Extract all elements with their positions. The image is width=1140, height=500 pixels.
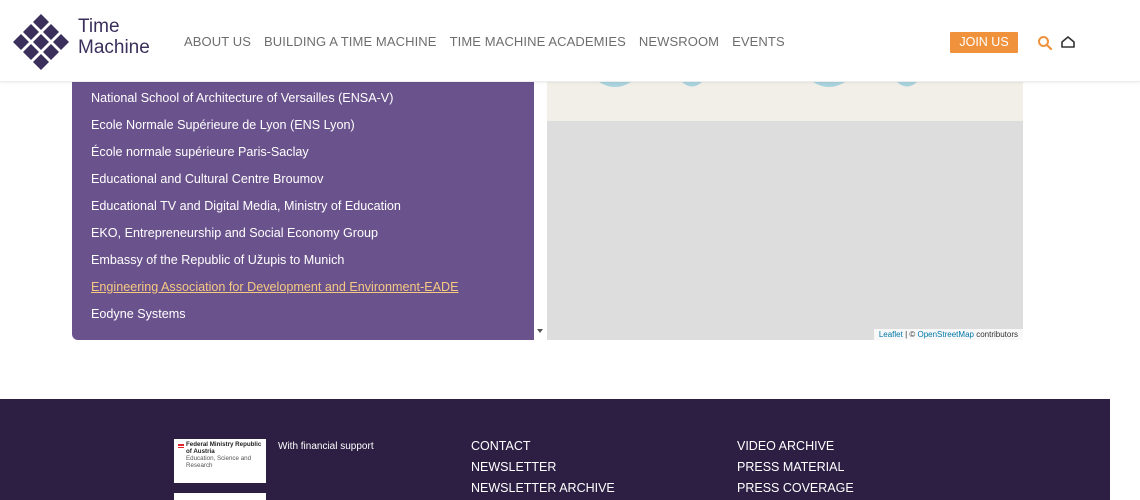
logo[interactable]: Time Machine — [12, 13, 162, 73]
list-item[interactable]: Embassy of the Republic of Užupis to Mun… — [91, 252, 534, 279]
logo-text: Time Machine — [78, 16, 150, 58]
leaflet-link[interactable]: Leaflet — [879, 330, 903, 339]
logo-line2: Machine — [78, 37, 150, 58]
list-item[interactable]: École normale supérieure Paris-Saclay — [91, 144, 534, 171]
nav-about-us[interactable]: ABOUT US — [184, 34, 251, 49]
list-item[interactable]: National School of Architecture of Versa… — [91, 90, 534, 117]
site-header: Time Machine ABOUT US BUILDING A TIME MA… — [0, 0, 1140, 82]
attribution-tail: contributors — [973, 330, 1018, 339]
list-item[interactable]: Educational and Cultural Centre Broumov — [91, 171, 534, 198]
list-item[interactable]: Eodyne Systems — [91, 306, 534, 333]
list-item[interactable]: EKO, Entrepreneurship and Social Economy… — [91, 225, 534, 252]
partners-list-panel: National School of Architecture of Versa… — [72, 82, 534, 340]
logo-diamond-icon — [13, 14, 69, 70]
main-nav: ABOUT US BUILDING A TIME MACHINE TIME MA… — [184, 34, 798, 49]
nav-events[interactable]: EVENTS — [732, 34, 785, 49]
footer-link-video-archive[interactable]: VIDEO ARCHIVE — [737, 439, 854, 460]
logo-line1: Time — [78, 16, 120, 37]
nav-newsroom[interactable]: NEWSROOM — [639, 34, 719, 49]
map-view[interactable]: Leaflet | © OpenStreetMap contributors — [547, 82, 1023, 340]
sponsor-subtitle: Education, Science and Research — [186, 455, 252, 469]
austria-flag-icon — [178, 444, 184, 448]
footer-link-press-material[interactable]: PRESS MATERIAL — [737, 460, 854, 481]
footer-link-newsletter-archive[interactable]: NEWSLETTER ARCHIVE — [471, 481, 615, 500]
footer-links-col1: CONTACT NEWSLETTER NEWSLETTER ARCHIVE — [471, 439, 615, 500]
list-item[interactable]: Educational TV and Digital Media, Minist… — [91, 198, 534, 225]
footer-links-col2: VIDEO ARCHIVE PRESS MATERIAL PRESS COVER… — [737, 439, 854, 500]
site-footer: Federal Ministry Republic of Austria Edu… — [0, 399, 1110, 500]
list-scrollbar[interactable] — [534, 82, 547, 340]
map-tile-area — [547, 82, 1023, 121]
user-icon[interactable] — [1061, 35, 1075, 49]
financial-support-text: With financial support — [278, 441, 374, 452]
map-marker-icon[interactable] — [547, 82, 1023, 121]
footer-link-newsletter[interactable]: NEWSLETTER — [471, 460, 615, 481]
openstreetmap-link[interactable]: OpenStreetMap — [917, 330, 973, 339]
sponsor-logo: Federal Ministry Republic of Austria Edu… — [174, 439, 266, 483]
join-us-button[interactable]: JOIN US — [950, 32, 1018, 53]
attribution-separator: | © — [902, 330, 918, 339]
scroll-down-arrow-icon[interactable] — [537, 329, 543, 333]
map-attribution: Leaflet | © OpenStreetMap contributors — [873, 329, 1023, 340]
footer-link-press-coverage[interactable]: PRESS COVERAGE — [737, 481, 854, 500]
sponsor-name: Federal Ministry Republic of Austria — [186, 441, 262, 455]
footer-link-contact[interactable]: CONTACT — [471, 439, 615, 460]
nav-time-machine-academies[interactable]: TIME MACHINE ACADEMIES — [450, 34, 626, 49]
nav-building-a-time-machine[interactable]: BUILDING A TIME MACHINE — [264, 34, 437, 49]
list-item-active-link[interactable]: Engineering Association for Development … — [91, 279, 534, 306]
second-sponsor-logo — [174, 493, 266, 500]
partners-list: National School of Architecture of Versa… — [72, 82, 534, 333]
search-icon[interactable] — [1037, 35, 1053, 51]
list-item[interactable]: Ecole Normale Supérieure de Lyon (ENS Ly… — [91, 117, 534, 144]
